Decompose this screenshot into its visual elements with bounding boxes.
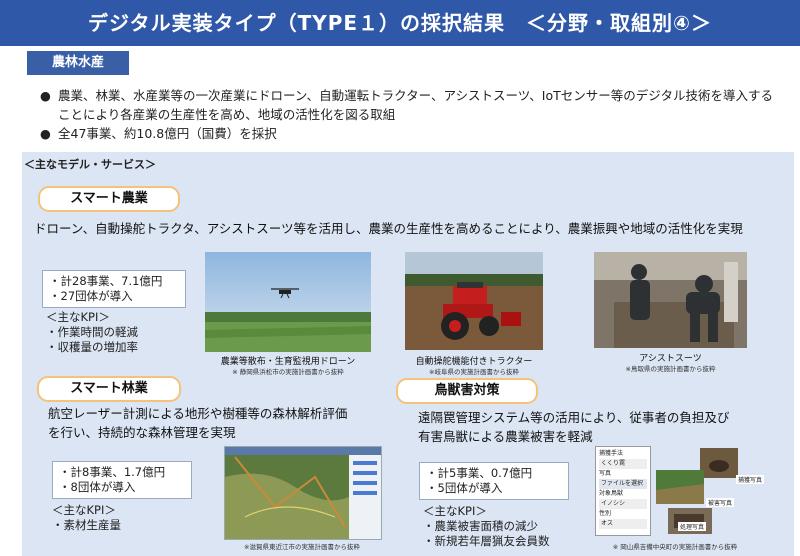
bullet-dot: ● bbox=[40, 88, 51, 103]
stat-line: ・計28事業、7.1億円 bbox=[49, 274, 163, 288]
smart-forest-label: スマート林業 bbox=[37, 376, 181, 402]
form-label: 性別 bbox=[599, 510, 612, 517]
bullet-2: ● 全47事業、約10.8億円（国費）を採択 bbox=[40, 124, 277, 143]
stat-line: ・計8事業、1.7億円 bbox=[59, 465, 166, 479]
desc-line: を行い、持続的な森林管理を実現 bbox=[48, 425, 236, 440]
stat-line: ・8団体が導入 bbox=[59, 480, 136, 494]
smart-forest-stats: ・計8事業、1.7億円 ・8団体が導入 bbox=[52, 461, 192, 499]
bullet-1: ● 農業、林業、水産業等の一次産業にドローン、自動運転トラクター、アシストスーツ、… bbox=[40, 86, 773, 105]
smart-forest-kpi: ＜主なKPI＞ ・素材生産量 bbox=[52, 503, 121, 533]
damage-photo-tag: 被害写真 bbox=[706, 498, 735, 507]
form-label: 対象鳥獣 bbox=[599, 490, 624, 497]
form-label: 写真 bbox=[599, 470, 612, 477]
desc-line: 遠隔罠管理システム等の活用により、従事者の負担及び bbox=[418, 410, 730, 425]
wildlife-desc: 遠隔罠管理システム等の活用により、従事者の負担及び 有害鳥獣による農業被害を軽減 bbox=[418, 408, 729, 446]
file-button[interactable]: ファイルを選択 bbox=[599, 479, 647, 489]
kpi-title: ＜主なKPI＞ bbox=[423, 504, 487, 518]
kpi-item: ・新規若年層猟友会員数 bbox=[423, 534, 550, 548]
smart-agri-kpi: ＜主なKPI＞ ・作業時間の軽減 ・収穫量の増加率 bbox=[46, 310, 138, 355]
stat-line: ・計5事業、0.7億円 bbox=[426, 466, 533, 480]
forest-map-screenshot bbox=[224, 446, 382, 540]
kpi-item: ・作業時間の軽減 bbox=[46, 325, 138, 339]
smart-agri-label: スマート農業 bbox=[38, 186, 180, 212]
kpi-title: ＜主なKPI＞ bbox=[52, 503, 116, 517]
drone-photo bbox=[205, 252, 371, 352]
capture-photo-tag: 捕獲写真 bbox=[736, 475, 765, 484]
form-value: くくり罠 bbox=[599, 459, 647, 469]
wildlife-kpi: ＜主なKPI＞ ・農業被害面積の減少 ・新規若年層猟友会員数 bbox=[423, 504, 550, 549]
smart-agri-desc: ドローン、自動操舵トラクタ、アシストスーツ等を活用し、農業の生産性を高めることに… bbox=[34, 221, 743, 236]
stat-line: ・5団体が導入 bbox=[426, 481, 503, 495]
category-tag: 農林水産 bbox=[27, 51, 129, 75]
desc-line: 有害鳥獣による農業被害を軽減 bbox=[418, 429, 593, 444]
bullet-1-cont: ことにより各産業の生産性を高め、地域の活性化を図る取組 bbox=[58, 107, 396, 122]
damage-photo bbox=[656, 470, 704, 504]
bullet-text-2: 全47事業、約10.8億円（国費）を採択 bbox=[58, 126, 277, 141]
form-value: オス bbox=[599, 519, 647, 529]
wildlife-label: 鳥獣害対策 bbox=[396, 378, 538, 404]
assist-suit-source: ※鳥取県の実施計画書から抜粋 bbox=[625, 365, 716, 373]
trap-app-form: 捕獲手法 くくり罠 写真 ファイルを選択 対象鳥獣 イノシシ 性別 オス bbox=[595, 446, 651, 536]
forest-source: ※滋賀県東近江市の実施計画書から抜粋 bbox=[244, 543, 360, 551]
kpi-title: ＜主なKPI＞ bbox=[46, 310, 110, 324]
kpi-item: ・農業被害面積の減少 bbox=[423, 519, 538, 533]
kpi-item: ・素材生産量 bbox=[52, 518, 121, 532]
smart-forest-desc: 航空レーザー計測による地形や樹種等の森林解析評価 を行い、持続的な森林管理を実現 bbox=[48, 404, 347, 442]
wildlife-stats: ・計5事業、0.7億円 ・5団体が導入 bbox=[419, 462, 569, 500]
capture-photo bbox=[700, 448, 738, 478]
wildlife-source: ※ 岡山県吉備中央町の実施計画書から抜粋 bbox=[612, 543, 738, 551]
desc-line: 航空レーザー計測による地形や樹種等の森林解析評価 bbox=[48, 406, 348, 421]
stat-line: ・27団体が導入 bbox=[49, 289, 133, 303]
assist-suit-photo bbox=[594, 252, 747, 348]
smart-agri-stats: ・計28事業、7.1億円 ・27団体が導入 bbox=[42, 270, 186, 308]
kpi-item: ・収穫量の増加率 bbox=[46, 340, 138, 354]
tractor-photo bbox=[405, 252, 543, 350]
drone-source: ※ 静岡県浜松市の実施計画書から抜粋 bbox=[232, 368, 344, 376]
panel-heading: ＜主なモデル・サービス＞ bbox=[24, 158, 156, 171]
form-label: 捕獲手法 bbox=[599, 450, 624, 457]
bullet-dot: ● bbox=[40, 126, 51, 141]
form-value: イノシシ bbox=[599, 499, 647, 509]
page-title: デジタル実装タイプ（TYPE１）の採択結果 ＜分野・取組別④＞ bbox=[88, 11, 712, 35]
processing-photo-tag: 処理写真 bbox=[678, 522, 707, 531]
tractor-source: ※岐阜県の実施計画書から抜粋 bbox=[429, 368, 519, 376]
bullet-text-1: 農業、林業、水産業等の一次産業にドローン、自動運転トラクター、アシストスーツ、I… bbox=[58, 88, 773, 103]
